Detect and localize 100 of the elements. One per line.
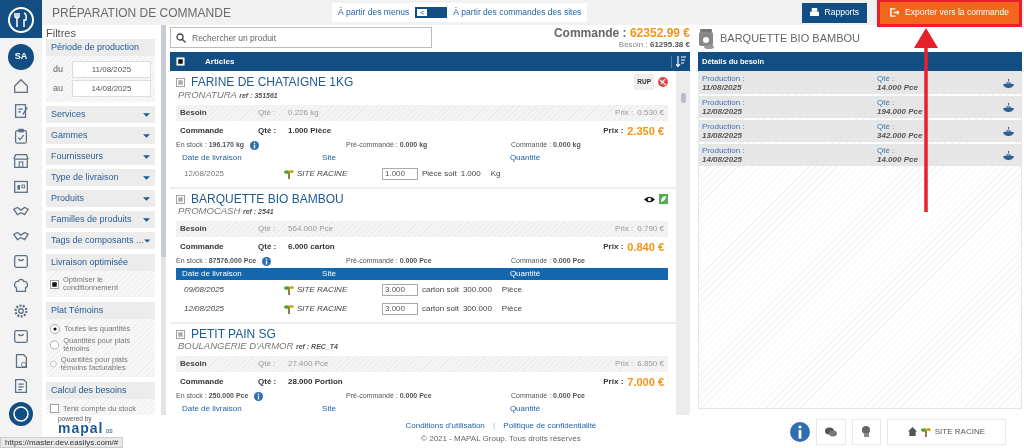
filter-dropdown[interactable]: Tags de composants ... (46, 232, 155, 249)
chef-hat-icon[interactable] (12, 277, 30, 295)
column-header: Quantité (508, 152, 542, 164)
allergen-icon (658, 77, 668, 87)
sprout-icon (284, 303, 294, 314)
production-label: Production : (702, 146, 746, 155)
privacy-link[interactable]: Politique de confidentialité (503, 420, 597, 430)
info-icon (262, 257, 272, 266)
production-date: 14/08/2025 (702, 155, 744, 164)
section-header: Livraison optimisée (46, 254, 155, 271)
search-field[interactable]: Rechercher un produit (170, 27, 432, 48)
column-header: Date de livraison (181, 152, 243, 164)
radio-button[interactable] (50, 340, 60, 350)
round-logo[interactable] (9, 402, 33, 426)
document-icon[interactable] (12, 377, 30, 395)
radio-button[interactable] (50, 324, 60, 334)
caret-icon (143, 112, 150, 117)
price-label: Prix : (603, 125, 624, 138)
user-avatar[interactable]: SA (8, 44, 34, 70)
chat-icon (824, 426, 837, 437)
qty-value: 28.000 Portion (288, 376, 344, 389)
filter-dropdown[interactable]: Produits (46, 190, 155, 207)
home-icon (907, 427, 917, 436)
item-checkbox[interactable] (176, 77, 185, 87)
radio-button[interactable] (50, 359, 57, 369)
quantity-field[interactable]: 1.000 (382, 167, 418, 180)
dish-icon[interactable] (1002, 149, 1015, 161)
product-icon (698, 28, 714, 49)
info-icon (254, 392, 264, 401)
caret-icon (143, 133, 150, 138)
chef-button[interactable] (851, 418, 881, 445)
box-icon[interactable] (12, 327, 30, 345)
price-label: Prix : (615, 358, 634, 370)
filter-dropdown[interactable]: Type de livraison (46, 169, 155, 186)
caret-icon (143, 175, 150, 180)
row-label: Besoin (180, 358, 208, 370)
filter-dropdown[interactable]: Gammes (46, 127, 155, 144)
box-icon[interactable] (12, 252, 30, 270)
delivery-date: 12/08/2025 (183, 302, 226, 315)
date-field[interactable]: 14/08/2025 (71, 80, 151, 97)
caret-icon (143, 196, 150, 201)
item-checkbox[interactable] (176, 194, 185, 204)
production-date: 13/08/2025 (702, 131, 744, 140)
terms-link[interactable]: Conditions d'utilisation (405, 420, 485, 430)
column-header: Quantité (508, 403, 542, 415)
production-date: 11/08/2025 (702, 83, 743, 92)
unit-text: Kg (490, 167, 501, 180)
cutlery-logo[interactable] (7, 5, 35, 34)
quantity-field[interactable]: 3.000 (382, 302, 418, 315)
filter-dropdown[interactable]: Familles de produits (46, 211, 155, 228)
dish-icon[interactable] (1002, 77, 1015, 89)
edit-document-icon[interactable] (12, 102, 30, 120)
unit-text: carton soit (422, 302, 459, 315)
brand-logo: mapal (58, 420, 104, 436)
column-header: Quantité (508, 268, 542, 280)
column-header: Articles (205, 55, 235, 68)
column-header: Site (321, 403, 337, 415)
site-button[interactable]: SITE RACINE (886, 418, 1006, 445)
store-icon[interactable] (12, 152, 30, 170)
dish-icon[interactable] (1002, 125, 1015, 137)
product-name[interactable]: FARINE DE CHATAIGNE 1KG (191, 75, 354, 89)
order-total: Commande : 62352.99 € (553, 27, 690, 40)
qty-value: 1.000 Pièce (288, 125, 333, 138)
site-name: SITE RACINE (297, 283, 348, 296)
reports-button[interactable]: Rapports (801, 2, 868, 23)
qty-value: 14.000 Pce (877, 83, 919, 92)
settings-icon[interactable] (12, 302, 30, 320)
exit-icon (890, 8, 900, 17)
scrollbar-thumb[interactable] (680, 93, 686, 103)
caret-icon (143, 238, 150, 243)
checkbox[interactable] (50, 279, 59, 289)
chat-button[interactable] (815, 418, 846, 445)
date-field[interactable]: 11/08/2025 (71, 61, 151, 78)
home-icon[interactable] (12, 77, 30, 95)
supplier-name: PROMOCASH (178, 205, 241, 216)
column-header: Date de livraison (181, 268, 243, 280)
scrollbar-thumb[interactable] (160, 25, 166, 257)
quantity-field[interactable]: 3.000 (382, 283, 418, 296)
checkbox[interactable] (50, 404, 59, 413)
caret-icon (143, 217, 150, 222)
separator: | (493, 420, 496, 430)
column-header: Site (321, 268, 337, 280)
caret-icon (143, 154, 150, 159)
qty-label: Qté : (258, 125, 278, 138)
section-header: Période de production (46, 39, 155, 56)
product-name[interactable]: PETIT PAIN SG (191, 327, 276, 341)
date-label: au (51, 81, 64, 95)
select-all-checkbox[interactable] (176, 57, 185, 66)
production-label: Production : (702, 122, 746, 131)
sort-icon[interactable] (676, 55, 686, 67)
qty-value: 194.000 Pce (877, 107, 924, 116)
filter-dropdown[interactable]: Fournisseurs (46, 148, 155, 165)
row-label: Besoin (180, 107, 208, 119)
converted-qty: 1.000 (460, 167, 481, 180)
dish-icon[interactable] (1002, 101, 1015, 113)
product-name[interactable]: BARQUETTE BIO BAMBOU (191, 192, 344, 206)
clipboard-icon[interactable] (12, 127, 30, 145)
item-checkbox[interactable] (176, 329, 185, 339)
info-icon[interactable] (789, 421, 810, 442)
filter-dropdown[interactable]: Services (46, 106, 155, 123)
